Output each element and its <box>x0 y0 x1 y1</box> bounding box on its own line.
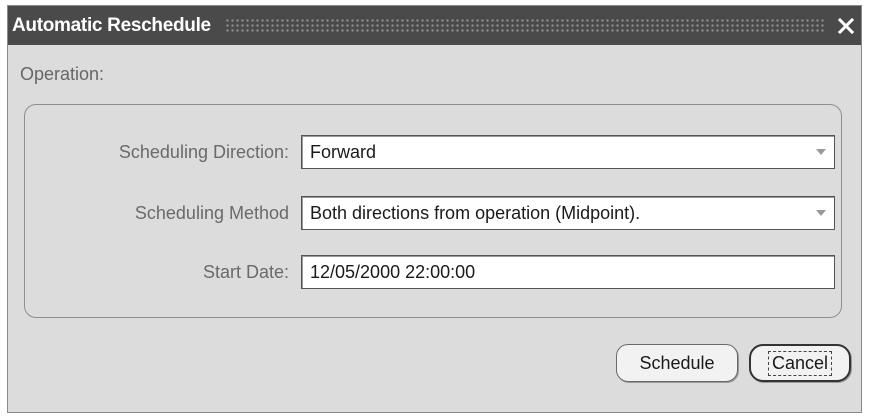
scheduling-direction-select[interactable]: Forward <box>301 135 835 169</box>
close-icon[interactable] <box>835 15 857 37</box>
operation-label: Operation: <box>20 64 105 84</box>
scheduling-direction-value: Forward <box>310 141 377 162</box>
start-date-row: Start Date: <box>25 254 841 290</box>
window-title: Automatic Reschedule <box>12 14 211 36</box>
start-date-label: Start Date: <box>202 261 289 282</box>
scheduling-direction-row: Scheduling Direction: Forward <box>25 134 841 170</box>
chevron-down-icon[interactable] <box>808 197 834 229</box>
scheduling-direction-label: Scheduling Direction: <box>118 141 289 162</box>
cancel-button-label: Cancel <box>767 350 833 376</box>
automatic-reschedule-dialog: Automatic Reschedule Operation: Scheduli… <box>7 5 862 413</box>
scheduling-method-label: Scheduling Method <box>134 202 289 223</box>
title-bar-grip <box>224 17 825 34</box>
scheduling-method-value: Both directions from operation (Midpoint… <box>310 202 641 223</box>
scheduling-options-group: Scheduling Direction: Forward Scheduling… <box>24 104 842 318</box>
start-date-field[interactable] <box>301 255 835 289</box>
scheduling-method-row: Scheduling Method Both directions from o… <box>25 195 841 231</box>
cancel-button[interactable]: Cancel <box>749 344 851 382</box>
schedule-button-label: Schedule <box>639 352 715 373</box>
chevron-down-icon[interactable] <box>808 136 834 168</box>
title-bar[interactable]: Automatic Reschedule <box>8 6 861 45</box>
schedule-button[interactable]: Schedule <box>616 344 738 382</box>
scheduling-method-select[interactable]: Both directions from operation (Midpoint… <box>301 196 835 230</box>
